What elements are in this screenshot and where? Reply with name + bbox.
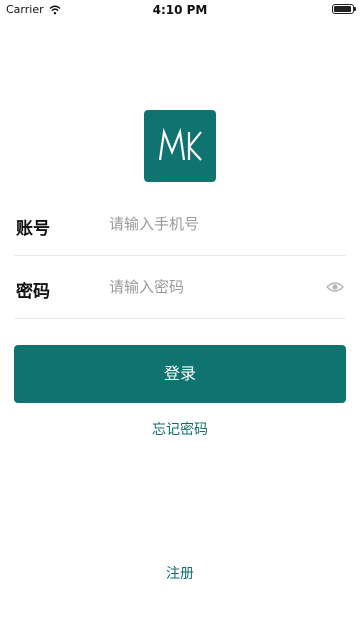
- status-time: 4:10 PM: [152, 3, 208, 17]
- account-label: 账号: [16, 219, 50, 239]
- password-input[interactable]: [109, 273, 319, 301]
- battery-icon: [332, 4, 356, 14]
- login-button[interactable]: 登录: [14, 345, 346, 403]
- password-label: 密码: [16, 282, 50, 302]
- password-field: 密码: [14, 257, 346, 319]
- phone-input[interactable]: [109, 210, 319, 238]
- account-field: 账号: [14, 194, 346, 256]
- status-bar: Carrier 4:10 PM: [0, 0, 360, 20]
- app-logo: [144, 110, 216, 182]
- forgot-password-link[interactable]: 忘记密码: [0, 419, 360, 439]
- register-link[interactable]: 注册: [0, 563, 360, 583]
- eye-icon[interactable]: [326, 280, 344, 294]
- logo-mk-mark: [158, 127, 202, 161]
